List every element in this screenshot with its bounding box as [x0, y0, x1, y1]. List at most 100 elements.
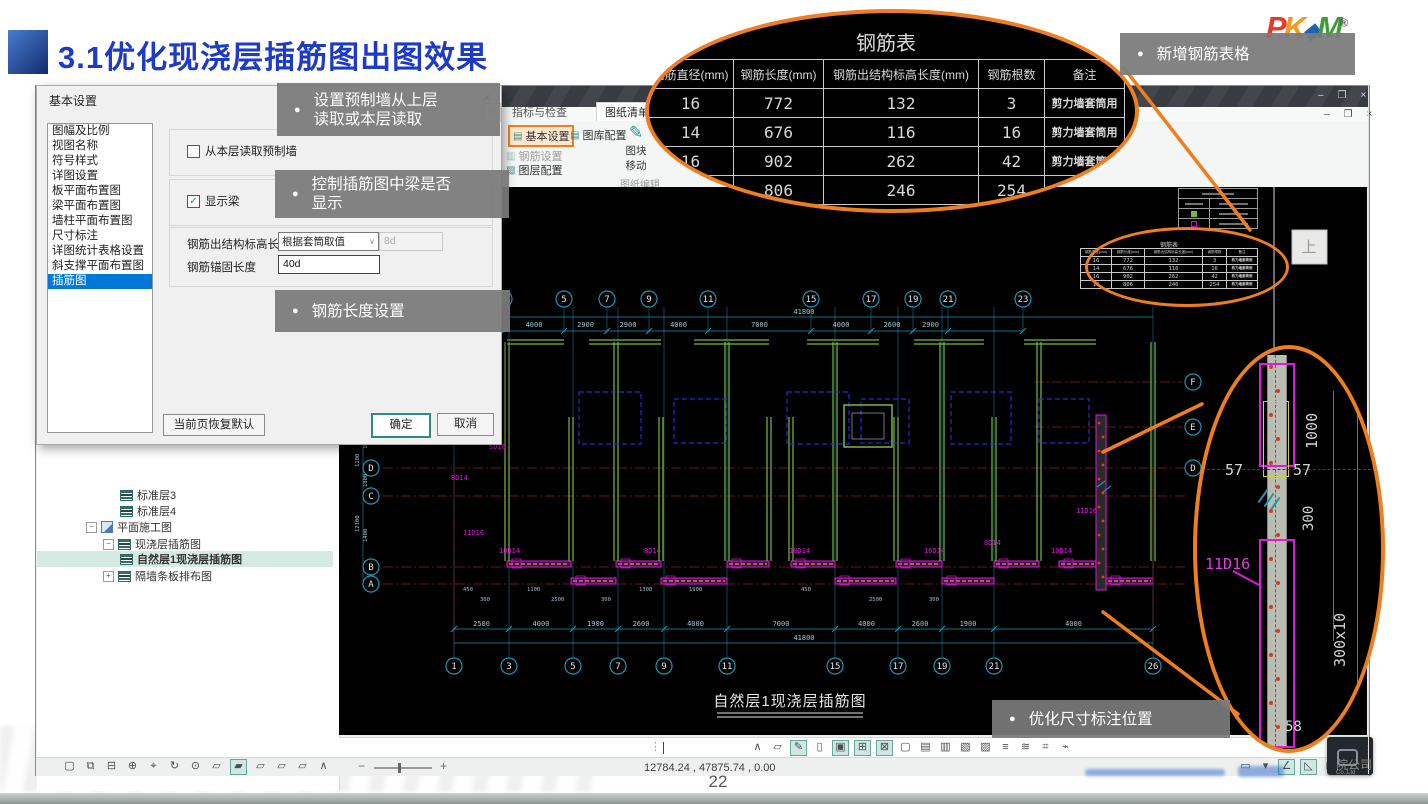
svg-text:4000: 4000 [833, 321, 850, 329]
checkbox-read-precast-current-floor[interactable]: 从本层读取预制墙 [187, 143, 297, 159]
doc-minimize-icon[interactable]: – [1324, 109, 1330, 120]
checkbox-checked-icon[interactable]: ✓ [187, 194, 200, 208]
settings-category-item[interactable]: 详图统计表格设置 [48, 244, 152, 259]
svg-text:15: 15 [806, 295, 817, 305]
rebar-dot [1269, 413, 1273, 417]
checkbox-show-beam[interactable]: ✓ 显示梁 [187, 193, 240, 209]
rebar-dot [1269, 605, 1273, 609]
sketch-icon[interactable]: ✎ [790, 740, 807, 756]
svg-text:450: 450 [801, 587, 811, 593]
restore-icon[interactable]: ❐ [1338, 90, 1347, 101]
view-right-icon[interactable]: ▱ [274, 759, 289, 773]
svg-text:1400: 1400 [363, 529, 369, 542]
input-anchor-length[interactable]: 40d [278, 255, 380, 274]
zoom-icon[interactable]: ⊙ [188, 759, 203, 773]
tile-windows-icon[interactable]: ⧉ [83, 759, 98, 773]
rebar-table-header: 钢筋根数 [979, 59, 1045, 89]
tree-item[interactable]: 标准层4 [37, 503, 333, 519]
hatch-d1-icon[interactable]: ▧ [958, 740, 973, 754]
close-icon[interactable]: × [1361, 90, 1367, 101]
zoom-extents-icon[interactable]: ⊕ [125, 759, 140, 773]
svg-text:21: 21 [989, 662, 1000, 672]
minimize-icon[interactable]: – [1318, 90, 1324, 101]
tab-indicators-check[interactable]: 指标与检查 [504, 103, 575, 121]
basic-settings-dialog: 基本设置 × 图幅及比例视图名称符号样式详图设置板平面布置图梁平面布置图墙柱平面… [36, 85, 502, 445]
expand-icon[interactable]: + [103, 570, 114, 582]
doc-restore-icon[interactable]: ❐ [1344, 109, 1353, 120]
zoom-slider[interactable] [374, 767, 432, 769]
restore-defaults-button[interactable]: 当前页恢复默认 [163, 414, 265, 436]
svg-text:1900: 1900 [689, 587, 702, 593]
block-icon[interactable]: ▣ [832, 740, 849, 756]
annotation-rebar-length: ● 钢筋长度设置 [275, 290, 510, 332]
svg-text:11: 11 [703, 295, 714, 305]
settings-category-list[interactable]: 图幅及比例 视图名称 符号样式 详图设置 板平面布置图 梁平面布置图 墙柱平面布置图 尺寸标注… [47, 123, 153, 433]
new-drawing-icon[interactable]: ▢ [62, 759, 77, 773]
plane-icon[interactable]: ▱ [770, 740, 785, 754]
pan-icon[interactable]: ⌖ [146, 759, 161, 773]
collapse-icon[interactable]: − [86, 521, 97, 533]
dropdown-level-length[interactable]: 根据套筒取值 ∨ [278, 232, 379, 251]
view-front-icon[interactable]: ▱ [209, 759, 224, 773]
ribbon-layer-config-button[interactable]: ▧ 图层配置 [506, 162, 562, 178]
svg-text:300: 300 [929, 597, 939, 603]
tree-item[interactable]: + 隔墙条板排布图 [37, 568, 333, 584]
settings-category-item[interactable]: 板平面布置图 [48, 184, 152, 199]
zoom-out-icon[interactable]: − [358, 759, 365, 773]
svg-text:4000: 4000 [858, 620, 875, 628]
column-icon[interactable]: ▯ [812, 740, 827, 754]
rebar-table-header: 钢筋出结构标高长度(mm) [824, 59, 979, 89]
tree-item[interactable]: − 平面施工图 [37, 519, 333, 535]
list-icon[interactable]: ≡ [998, 740, 1013, 754]
rebar-dot [1269, 701, 1273, 705]
settings-category-item[interactable]: 符号样式 [48, 154, 152, 169]
svg-text:9: 9 [646, 295, 651, 305]
hatch-v-icon[interactable]: ▥ [938, 740, 953, 754]
svg-text:4000: 4000 [670, 321, 687, 329]
rebar-dot [1269, 365, 1273, 369]
dim-57-right: 57 [1293, 461, 1312, 479]
view-iso-icon[interactable]: ▰ [230, 759, 247, 775]
settings-category-item[interactable]: 详图设置 [48, 169, 152, 184]
rebar-table-cell: 806 [734, 176, 824, 205]
settings-category-item[interactable]: 墙柱平面布置图 [48, 214, 152, 229]
wave-icon[interactable]: ≋ [1018, 740, 1033, 754]
expand-chevron-icon[interactable]: ∧ [750, 740, 765, 754]
checkbox-unchecked-icon[interactable] [187, 144, 200, 158]
svg-text:10D14: 10D14 [789, 547, 810, 555]
settings-category-item[interactable]: 梁平面布置图 [48, 199, 152, 214]
settings-category-item[interactable]: 插筋图 [48, 274, 152, 289]
settings-category-item[interactable]: 尺寸标注 [48, 229, 152, 244]
grid-hash-icon[interactable]: ⌗ [1038, 740, 1053, 754]
polar-icon[interactable]: ◺ [1300, 759, 1317, 775]
tree-item[interactable]: − 现浇层插筋图 [37, 536, 333, 552]
view-left-icon[interactable]: ▱ [253, 759, 268, 773]
svg-text:7000: 7000 [751, 321, 768, 329]
ribbon-basic-settings-button[interactable]: ▤ 基本设置 [508, 125, 575, 147]
tree-item[interactable]: 自然层1现浇层插筋图 [37, 551, 333, 567]
settings-category-item[interactable]: 视图名称 [48, 139, 152, 154]
split-window-icon[interactable]: ⊟ [104, 759, 119, 773]
orbit-icon[interactable]: ↻ [167, 759, 182, 773]
grid-x-icon[interactable]: ⊠ [876, 740, 893, 756]
zoom-in-icon[interactable]: + [440, 759, 447, 773]
view-top-icon[interactable]: ▱ [295, 759, 310, 773]
collapse-icon[interactable]: ∧ [316, 759, 331, 773]
dim-57-left: 57 [1225, 461, 1244, 479]
grid-plus-icon[interactable]: ⊞ [854, 740, 871, 756]
collapse-icon[interactable]: − [103, 538, 114, 550]
settings-category-item[interactable]: 斜支撑平面布置图 [48, 259, 152, 274]
hatch-h-icon[interactable]: ▤ [918, 740, 933, 754]
ok-button[interactable]: 确定 [371, 413, 431, 438]
rebar-table-cell: 16 [649, 147, 734, 176]
sheet-icon [101, 521, 113, 533]
cube-face-icon[interactable]: ▢ [898, 740, 913, 754]
link-icon[interactable]: ⌁ [1058, 740, 1073, 754]
tree-item[interactable]: 标准层3 [37, 487, 333, 503]
zoom-slider-thumb[interactable] [398, 763, 401, 773]
hatch-d2-icon[interactable]: ▨ [978, 740, 993, 754]
rebar-table-cell: 剪力墙套筒用 [1045, 118, 1125, 147]
cancel-button[interactable]: 取消 [437, 413, 494, 436]
settings-category-item[interactable]: 图幅及比例 [48, 124, 152, 139]
svg-text:1: 1 [451, 662, 456, 672]
